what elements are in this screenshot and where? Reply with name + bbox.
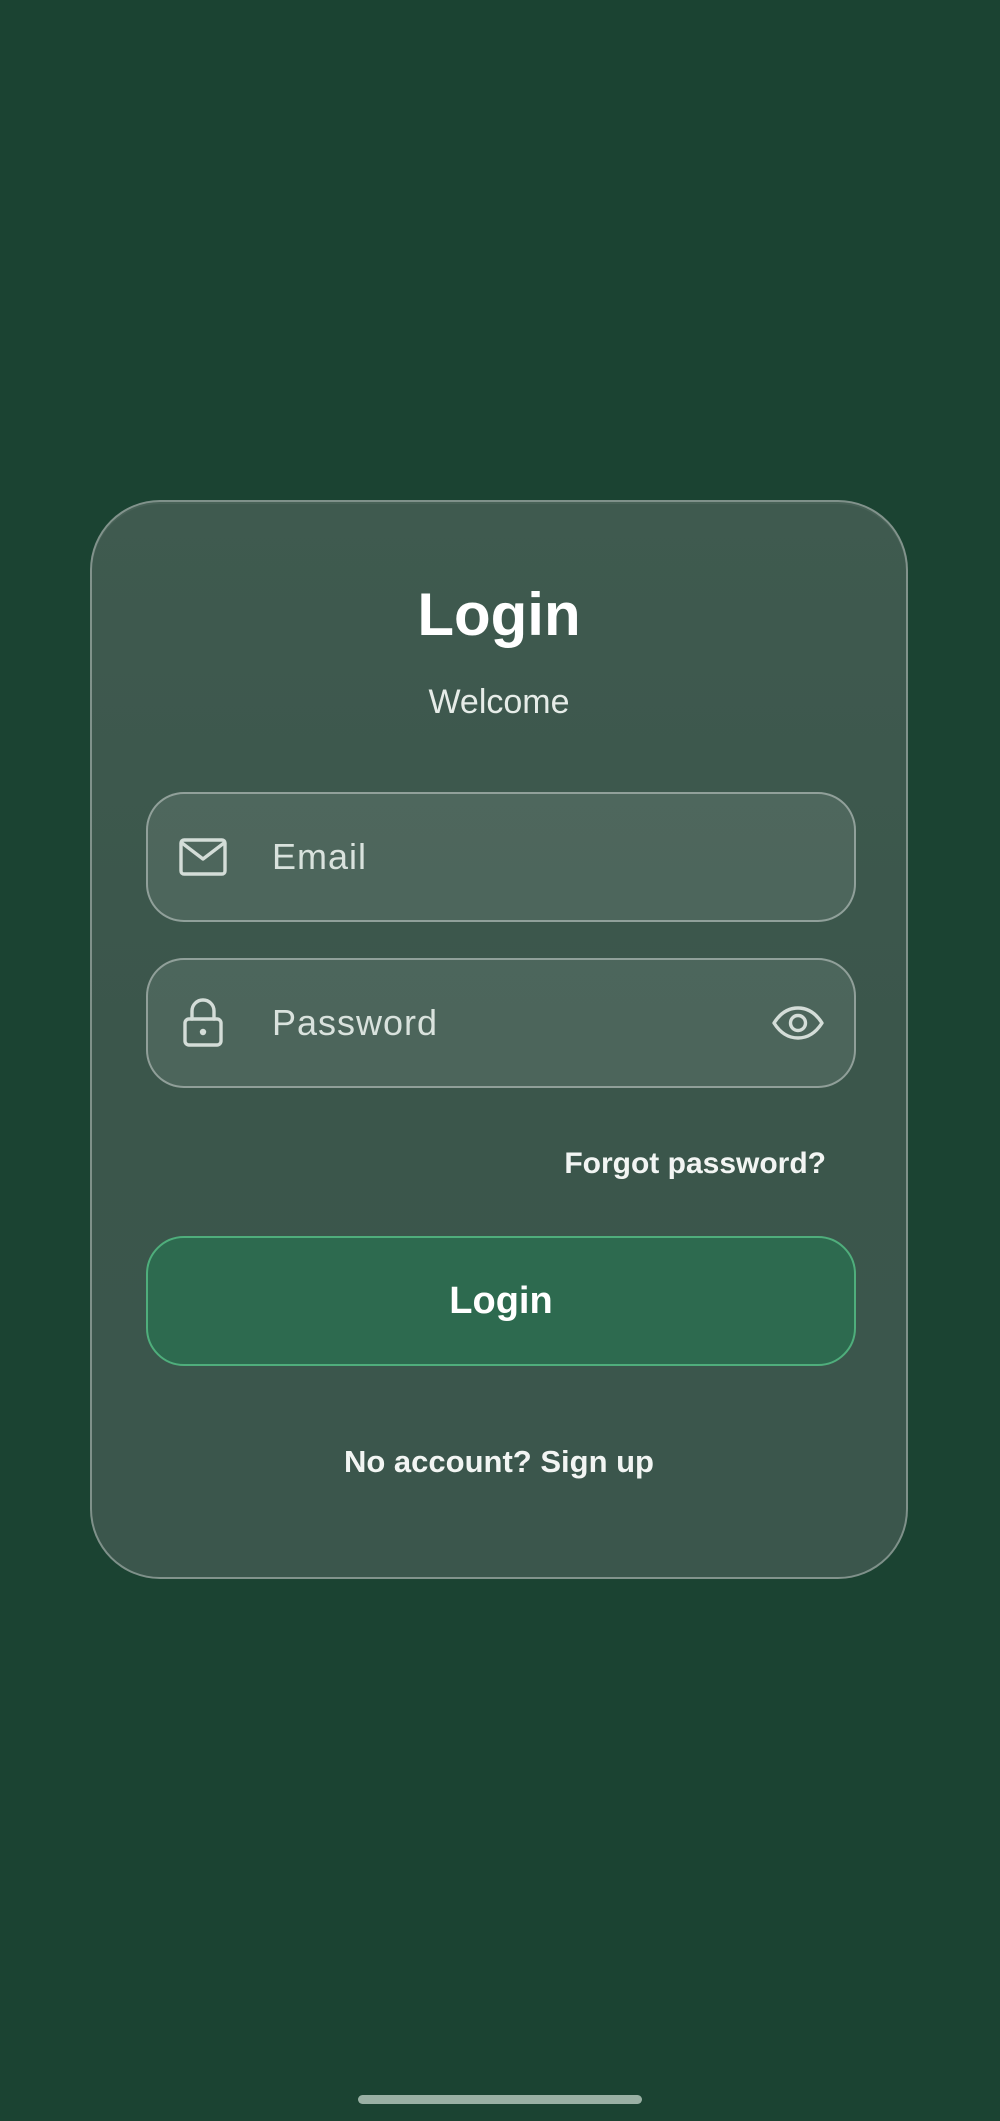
email-input[interactable] bbox=[272, 794, 764, 920]
login-button[interactable]: Login bbox=[146, 1236, 856, 1366]
password-field[interactable] bbox=[146, 958, 856, 1088]
eye-icon[interactable] bbox=[770, 998, 826, 1048]
password-input[interactable] bbox=[272, 960, 764, 1086]
email-field[interactable] bbox=[146, 792, 856, 922]
page-title: Login bbox=[417, 581, 581, 648]
login-screen: Login Welcome Email Forgot password? Log… bbox=[0, 0, 1000, 2121]
mail-icon bbox=[178, 832, 228, 882]
welcome-subtitle: Welcome bbox=[428, 683, 570, 721]
lock-icon bbox=[178, 998, 228, 1048]
signup-link[interactable]: No account? Sign up bbox=[92, 1444, 906, 1480]
login-card: Login Welcome Email Forgot password? Log… bbox=[90, 500, 908, 1579]
forgot-password-link[interactable]: Forgot password? bbox=[564, 1146, 826, 1182]
home-indicator[interactable] bbox=[358, 2095, 642, 2104]
